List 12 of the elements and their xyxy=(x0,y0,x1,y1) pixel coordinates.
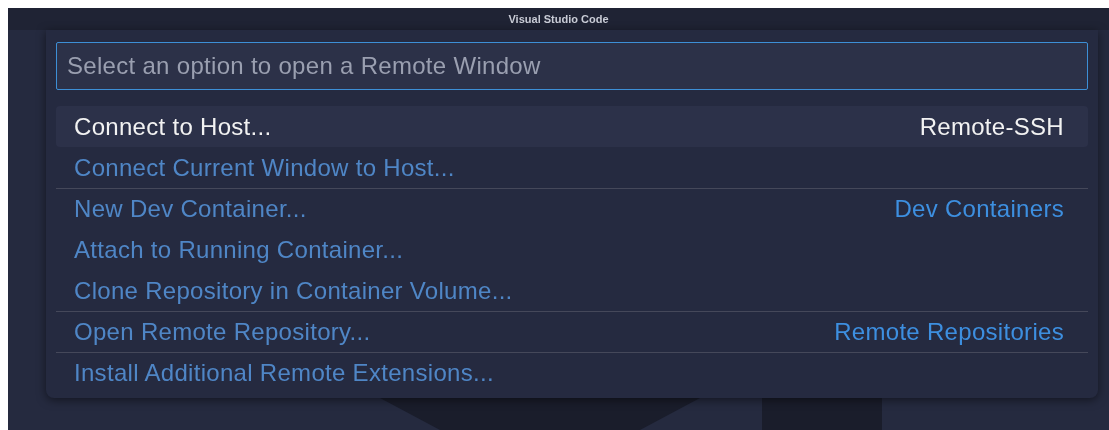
list-item[interactable]: Clone Repository in Container Volume... xyxy=(56,270,1088,311)
search-field[interactable]: Select an option to open a Remote Window xyxy=(56,42,1088,90)
group-label: Dev Containers xyxy=(894,195,1064,223)
list-item[interactable]: New Dev Container... Dev Containers xyxy=(56,188,1088,229)
list-item[interactable]: Connect Current Window to Host... xyxy=(56,147,1088,188)
window-title: Visual Studio Code xyxy=(508,13,609,25)
list-item[interactable]: Connect to Host... Remote-SSH xyxy=(56,106,1088,147)
group-label: Remote Repositories xyxy=(834,318,1064,346)
list-item[interactable]: Install Additional Remote Extensions... xyxy=(56,352,1088,393)
group-label: Remote-SSH xyxy=(919,112,1064,141)
list-item[interactable]: Attach to Running Container... xyxy=(56,229,1088,270)
list-item[interactable]: Open Remote Repository... Remote Repositories xyxy=(56,311,1088,352)
